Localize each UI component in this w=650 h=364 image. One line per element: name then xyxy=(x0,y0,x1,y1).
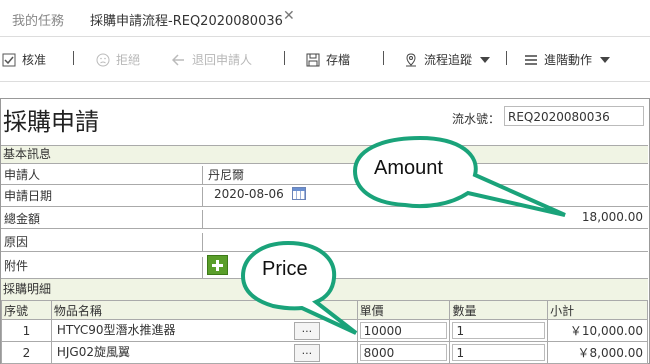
item-name-field[interactable]: HJG02旋風翼 xyxy=(53,344,292,361)
toolbar: 核准 拒絕 退回申請人 存檔 流程追蹤 進階動作 xyxy=(0,37,650,82)
attachment-label: 附件 xyxy=(2,257,203,278)
track-dropdown[interactable]: 流程追蹤 xyxy=(404,51,491,68)
qty-cell: 1 xyxy=(449,319,549,342)
track-label: 流程追蹤 xyxy=(424,53,473,67)
tab-my-tasks[interactable]: 我的任務 xyxy=(12,10,64,29)
serial-field[interactable]: REQ2020080036 xyxy=(504,106,644,126)
applicant-label: 申請人 xyxy=(2,166,203,184)
menu-list-icon xyxy=(525,54,537,65)
col-header-price: 單價 xyxy=(356,300,451,320)
approve-label: 核准 xyxy=(22,53,47,67)
item-name-cell: HJG02旋風翼 ... xyxy=(50,341,358,364)
approve-button[interactable]: 核准 xyxy=(2,51,46,68)
caret-down-icon xyxy=(600,56,611,63)
date-field[interactable]: 2020-08-06 xyxy=(214,187,284,201)
price-field[interactable]: 8000 xyxy=(359,344,448,361)
table-row: 2 HJG02旋風翼 ... 8000 1 ￥8,000.00 xyxy=(1,341,648,364)
row-number: 1 xyxy=(1,319,52,342)
col-header-no: 序號 xyxy=(1,300,52,320)
price-cell: 10000 xyxy=(356,319,451,342)
advanced-dropdown[interactable]: 進階動作 xyxy=(524,51,611,68)
save-label: 存檔 xyxy=(326,53,351,67)
return-arrow-icon xyxy=(172,53,184,66)
add-attachment-button[interactable] xyxy=(207,255,228,275)
separator xyxy=(383,51,384,65)
return-button[interactable]: 退回申請人 xyxy=(172,51,252,68)
reject-button[interactable]: 拒絕 xyxy=(96,51,140,68)
subtotal-cell: ￥10,000.00 xyxy=(547,319,648,342)
return-label: 退回申請人 xyxy=(192,53,253,67)
reason-label: 原因 xyxy=(2,233,203,251)
col-header-qty: 數量 xyxy=(449,300,549,320)
price-cell: 8000 xyxy=(356,341,451,364)
amount-callout-label: Amount xyxy=(374,157,443,179)
form-title: 採購申請 xyxy=(3,108,99,136)
caret-down-icon xyxy=(480,56,491,63)
total-label: 總金額 xyxy=(2,210,203,228)
floppy-disk-icon xyxy=(306,53,320,66)
serial-label: 流水號： xyxy=(452,112,501,126)
qty-cell: 1 xyxy=(449,341,549,364)
reject-label: 拒絕 xyxy=(116,53,141,67)
subtotal-cell: ￥8,000.00 xyxy=(547,341,648,364)
tab-bar: 我的任務 採購申請流程-REQ2020080036 ✕ xyxy=(0,0,650,37)
tab-purchase-request[interactable]: 採購申請流程-REQ2020080036 xyxy=(90,10,283,29)
price-callout xyxy=(240,240,358,335)
location-pin-icon xyxy=(406,52,416,66)
price-callout-label: Price xyxy=(262,258,308,280)
separator xyxy=(284,51,285,65)
separator xyxy=(506,51,507,65)
qty-field[interactable]: 1 xyxy=(452,344,546,361)
price-field[interactable]: 10000 xyxy=(359,322,448,339)
separator xyxy=(73,51,74,65)
date-label: 申請日期 xyxy=(2,187,203,206)
calendar-icon[interactable] xyxy=(291,187,306,200)
checkbox-icon xyxy=(2,53,16,66)
col-header-subtotal: 小計 xyxy=(547,300,648,320)
qty-field[interactable]: 1 xyxy=(452,322,546,339)
browse-button[interactable]: ... xyxy=(293,343,320,362)
row-number: 2 xyxy=(1,341,52,364)
save-button[interactable]: 存檔 xyxy=(306,51,350,68)
sad-face-icon xyxy=(96,53,110,66)
close-icon[interactable]: ✕ xyxy=(283,8,295,24)
advanced-label: 進階動作 xyxy=(544,53,593,67)
